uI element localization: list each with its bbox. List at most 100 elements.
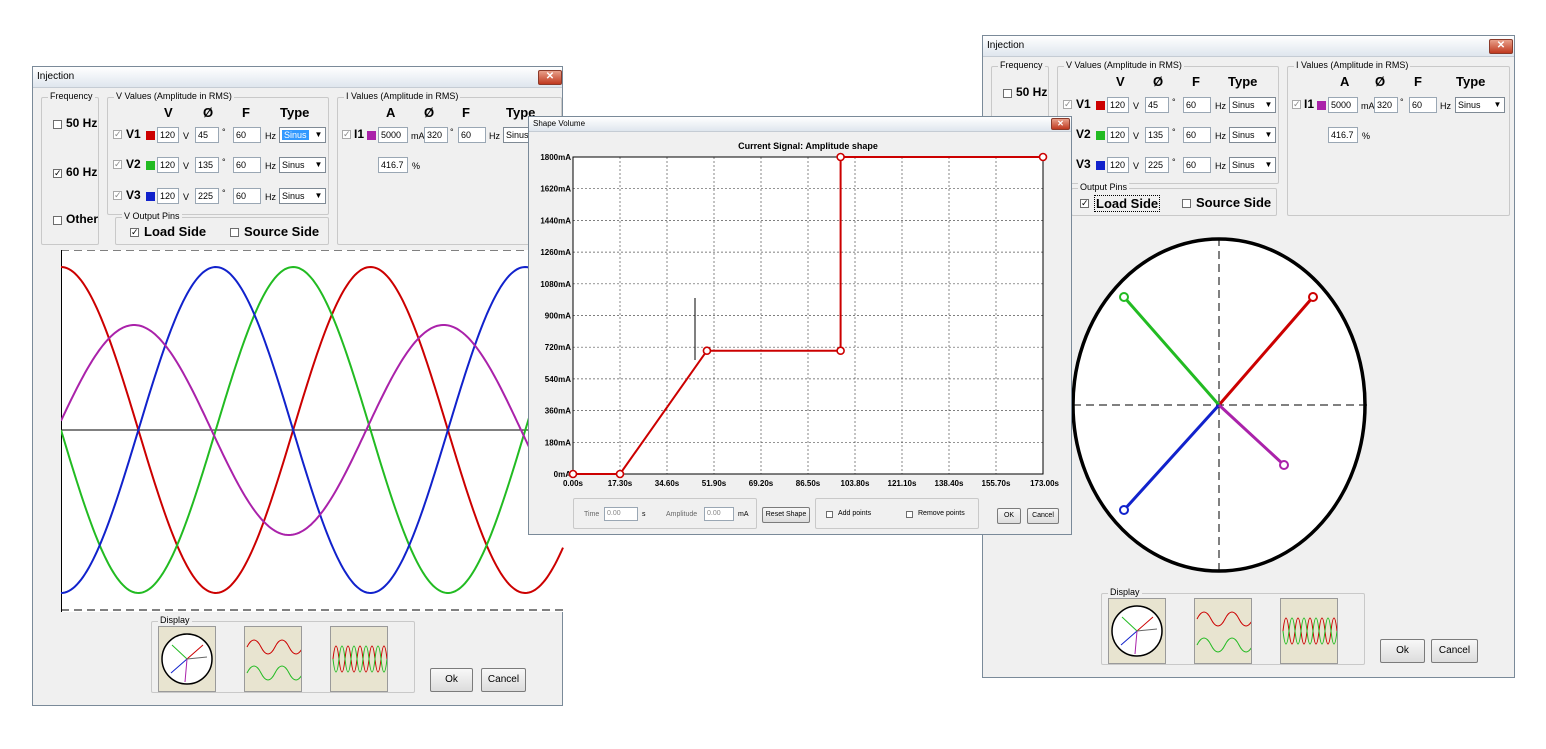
- cancel-button[interactable]: Cancel: [481, 668, 526, 692]
- shape-point[interactable]: [836, 152, 845, 162]
- v3-phasor-handle[interactable]: [1119, 505, 1129, 515]
- i1-phasor-handle[interactable]: [1279, 460, 1289, 470]
- chevron-down-icon: ▼: [1262, 128, 1275, 142]
- i1-checkbox[interactable]: ✓: [1292, 100, 1301, 109]
- v1-type-select[interactable]: Sinus ▼: [279, 127, 326, 143]
- v3-phase-input[interactable]: 225: [1145, 157, 1169, 173]
- col-v-header: V: [1116, 74, 1125, 89]
- i1-amplitude-input[interactable]: 5000: [378, 127, 408, 143]
- v1-frequency-input[interactable]: 60: [1183, 97, 1211, 113]
- overlay-view-button[interactable]: [1280, 598, 1338, 664]
- v2-amplitude-input[interactable]: 120: [1107, 127, 1129, 143]
- y-tick-label: 0mA: [554, 470, 572, 479]
- v2-type-select[interactable]: Sinus ▼: [1229, 127, 1276, 143]
- i1-frequency-input[interactable]: 60: [1409, 97, 1437, 113]
- i1-phase-input[interactable]: 320: [424, 127, 448, 143]
- shape-point[interactable]: [702, 346, 712, 356]
- v3-phase-input[interactable]: 225: [195, 188, 219, 204]
- waveform-view-button[interactable]: [1194, 598, 1254, 664]
- col-type-header: Type: [280, 105, 310, 120]
- y-tick-label: 1080mA: [540, 280, 571, 289]
- v1-phase-input[interactable]: 45: [195, 127, 219, 143]
- v1-row: ✓ V1 120 V 45 ° 60 Hz Sinus ▼: [1058, 96, 1278, 114]
- v2-frequency-input[interactable]: 60: [233, 157, 261, 173]
- ok-button[interactable]: Ok: [430, 668, 473, 692]
- ok-button[interactable]: OK: [997, 508, 1021, 524]
- waveform-thumb-icon: [246, 639, 304, 681]
- v1-amplitude-input[interactable]: 120: [157, 127, 179, 143]
- freq-other-checkbox[interactable]: [53, 216, 62, 225]
- v2-checkbox[interactable]: ✓: [113, 160, 122, 169]
- v2-frequency-input[interactable]: 60: [1183, 127, 1211, 143]
- y-tick-label: 1800mA: [540, 153, 571, 162]
- shape-point[interactable]: [615, 469, 625, 479]
- shape-point[interactable]: [1038, 152, 1048, 162]
- v3-frequency-input[interactable]: 60: [1183, 157, 1211, 173]
- i1-type-select[interactable]: Sinus ▼: [1455, 97, 1505, 113]
- close-icon[interactable]: ✕: [1051, 118, 1070, 130]
- freq-50-checkbox[interactable]: [1003, 89, 1012, 98]
- window-title: Injection: [987, 40, 1025, 51]
- v1-checkbox[interactable]: ✓: [113, 130, 122, 139]
- i1-phase-input[interactable]: 320: [1374, 97, 1398, 113]
- cancel-button[interactable]: Cancel: [1027, 508, 1059, 524]
- close-icon[interactable]: ✕: [538, 70, 562, 85]
- shape-point[interactable]: [568, 469, 578, 479]
- amplitude-input[interactable]: 0.00: [704, 507, 734, 521]
- overlay-view-button[interactable]: [330, 626, 388, 692]
- v3-checkbox[interactable]: ✓: [113, 191, 122, 200]
- v3-amplitude-input[interactable]: 120: [157, 188, 179, 204]
- v3-type-select[interactable]: Sinus ▼: [1229, 157, 1276, 173]
- v3-frequency-input[interactable]: 60: [233, 188, 261, 204]
- load-side-checkbox[interactable]: ✓: [130, 228, 139, 237]
- freq-60-checkbox[interactable]: ✓: [53, 169, 62, 178]
- phasor-view-button[interactable]: [158, 626, 216, 692]
- cancel-button[interactable]: Cancel: [1431, 639, 1478, 663]
- v3-type-select[interactable]: Sinus ▼: [279, 188, 326, 204]
- window-title: Shape Volume: [533, 119, 586, 128]
- remove-points-checkbox[interactable]: [906, 511, 913, 518]
- freq-50-checkbox[interactable]: [53, 120, 62, 129]
- v3-deg: °: [222, 188, 226, 198]
- v2-phase-input[interactable]: 135: [195, 157, 219, 173]
- time-input[interactable]: 0.00: [604, 507, 638, 521]
- x-tick-label: 173.00s: [1030, 479, 1059, 488]
- i1-frequency-input[interactable]: 60: [458, 127, 486, 143]
- waveform-view-button[interactable]: [244, 626, 304, 692]
- i1-deg: °: [1400, 97, 1404, 107]
- v1-phase-input[interactable]: 45: [1145, 97, 1169, 113]
- source-side-checkbox[interactable]: [230, 228, 239, 237]
- phasor-view-button[interactable]: [1108, 598, 1166, 664]
- i-values-group-label: I Values (Amplitude in RMS): [344, 91, 461, 101]
- phasor-thumb-icon: [1111, 605, 1163, 657]
- ok-button[interactable]: Ok: [1380, 639, 1425, 663]
- close-icon[interactable]: ✕: [1489, 39, 1513, 54]
- v2-color-swatch: [146, 161, 155, 170]
- chevron-down-icon: ▼: [1491, 98, 1504, 112]
- chevron-down-icon: ▼: [312, 189, 325, 203]
- i1-percent-input[interactable]: 416.7: [1328, 127, 1358, 143]
- v1-label: V1: [126, 127, 141, 141]
- i1-checkbox[interactable]: ✓: [342, 130, 351, 139]
- i1-percent-input[interactable]: 416.7: [378, 157, 408, 173]
- v2-type-select[interactable]: Sinus ▼: [279, 157, 326, 173]
- source-side-label: Source Side: [244, 224, 320, 239]
- v-output-pins-group: V Output Pins ✓ Load Side Source Side: [115, 211, 329, 245]
- v2-unit: V: [183, 161, 190, 171]
- v2-phase-input[interactable]: 135: [1145, 127, 1169, 143]
- v1-phasor-handle[interactable]: [1308, 292, 1318, 302]
- v2-amplitude-input[interactable]: 120: [157, 157, 179, 173]
- v1-checkbox[interactable]: ✓: [1063, 100, 1072, 109]
- load-side-checkbox[interactable]: ✓: [1080, 199, 1089, 208]
- shape-point[interactable]: [836, 346, 845, 356]
- i1-amplitude-input[interactable]: 5000: [1328, 97, 1358, 113]
- v2-phasor-handle[interactable]: [1119, 292, 1129, 302]
- v1-type-select[interactable]: Sinus ▼: [1229, 97, 1276, 113]
- v1-frequency-input[interactable]: 60: [233, 127, 261, 143]
- v3-amplitude-input[interactable]: 120: [1107, 157, 1129, 173]
- source-side-checkbox[interactable]: [1182, 199, 1191, 208]
- reset-shape-button[interactable]: Reset Shape: [762, 507, 810, 523]
- v1-amplitude-input[interactable]: 120: [1107, 97, 1129, 113]
- add-points-checkbox[interactable]: [826, 511, 833, 518]
- titlebar: Injection ✕: [983, 36, 1514, 57]
